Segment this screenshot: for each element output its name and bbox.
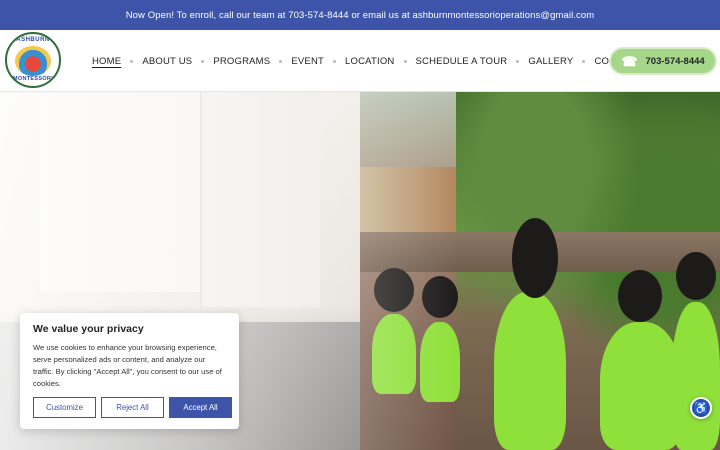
call-phone-button[interactable]: ☎ 703-574-8444 bbox=[611, 49, 715, 73]
hero-child bbox=[494, 292, 566, 450]
logo-bottom-text: MONTESSORI bbox=[13, 76, 53, 82]
cookie-title: We value your privacy bbox=[33, 323, 144, 335]
nav-separator bbox=[201, 59, 205, 63]
accept-all-button[interactable]: Accept All bbox=[169, 397, 232, 418]
hero-child-head bbox=[512, 218, 558, 298]
accessibility-icon[interactable]: ♿ bbox=[690, 397, 712, 419]
nav-separator bbox=[516, 59, 520, 63]
logo-emblem-icon bbox=[15, 46, 51, 76]
hero-child bbox=[600, 322, 682, 450]
cookie-buttons: Customize Reject All Accept All bbox=[33, 397, 232, 418]
hero-child-head bbox=[618, 270, 662, 322]
nav-about-us[interactable]: ABOUT US bbox=[142, 56, 192, 67]
announcement-text: Now Open! To enroll, call our team at 70… bbox=[125, 9, 595, 21]
main-navigation: HOME ABOUT US PROGRAMS EVENT LOCATION SC… bbox=[92, 30, 657, 92]
nav-programs[interactable]: PROGRAMS bbox=[213, 56, 270, 67]
reject-all-button[interactable]: Reject All bbox=[101, 397, 164, 418]
cookie-consent-banner: We value your privacy We use cookies to … bbox=[20, 313, 239, 429]
nav-separator bbox=[333, 59, 337, 63]
nav-separator bbox=[582, 59, 586, 63]
phone-icon: ☎ bbox=[621, 53, 638, 69]
nav-home[interactable]: HOME bbox=[92, 56, 121, 67]
customize-button[interactable]: Customize bbox=[33, 397, 96, 418]
hero-child-head bbox=[676, 252, 716, 300]
nav-separator bbox=[279, 59, 283, 63]
nav-separator bbox=[403, 59, 407, 63]
site-logo[interactable]: ASHBURN MONTESSORI bbox=[5, 32, 61, 88]
nav-schedule-a-tour[interactable]: SCHEDULE A TOUR bbox=[416, 56, 508, 67]
announcement-bar: Now Open! To enroll, call our team at 70… bbox=[0, 0, 720, 30]
phone-number: 703-574-8444 bbox=[645, 55, 705, 67]
nav-gallery[interactable]: GALLERY bbox=[528, 56, 573, 67]
nav-separator bbox=[130, 59, 134, 63]
nav-location[interactable]: LOCATION bbox=[345, 56, 394, 67]
logo-top-text: ASHBURN bbox=[16, 37, 50, 43]
site-header: ASHBURN MONTESSORI HOME ABOUT US PROGRAM… bbox=[0, 30, 720, 92]
nav-event[interactable]: EVENT bbox=[291, 56, 324, 67]
cookie-description: We use cookies to enhance your browsing … bbox=[33, 343, 222, 388]
hero-child bbox=[672, 302, 720, 450]
